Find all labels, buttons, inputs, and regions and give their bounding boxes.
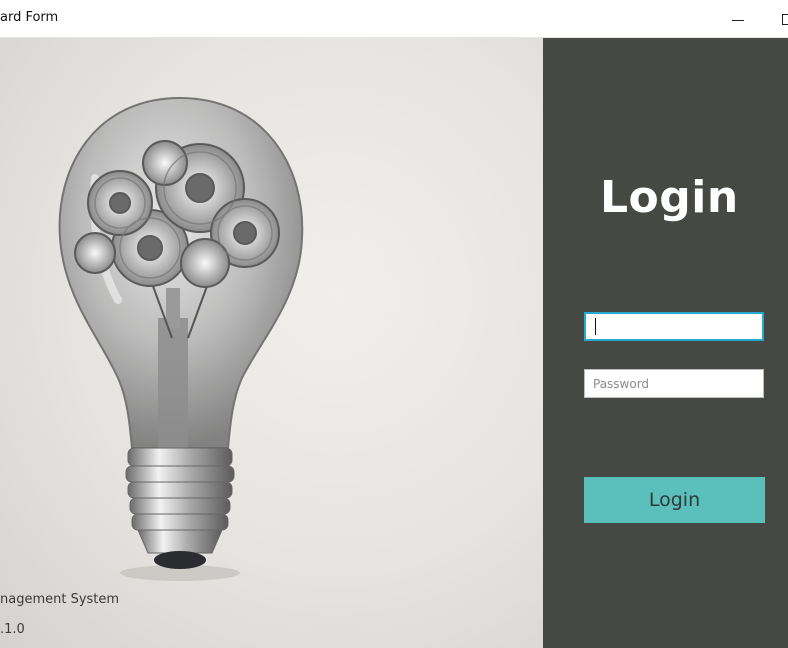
maximize-button[interactable] <box>776 4 788 34</box>
version-label: .1.0 <box>0 622 25 637</box>
title-bar: ard Form <box>0 0 788 38</box>
password-field[interactable] <box>584 369 764 398</box>
username-field[interactable] <box>584 312 764 341</box>
login-heading: Login <box>600 172 739 223</box>
light-bulb-gears-illustration <box>58 96 304 581</box>
hero-image: nagement System .1.0 <box>0 38 543 648</box>
minimize-button[interactable] <box>717 4 759 34</box>
window-title: ard Form <box>0 10 59 25</box>
text-caret <box>595 318 596 335</box>
system-name-label: nagement System <box>0 592 120 607</box>
maximize-icon <box>782 14 788 25</box>
login-panel: Login Login <box>543 38 788 648</box>
login-button[interactable]: Login <box>584 477 765 523</box>
minimize-icon <box>732 20 744 21</box>
